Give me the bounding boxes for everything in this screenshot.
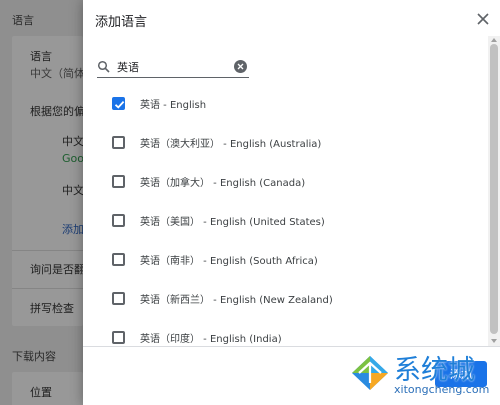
checkbox[interactable] [112,292,125,305]
translate-prompt: 询问是否翻 [30,263,85,276]
language-label: 英语（印度） - English (India) [140,334,282,345]
language-label: 英语（加拿大） - English (Canada) [140,178,306,189]
recommendation-text: 根据您的偏 [30,105,85,118]
language-item-english[interactable]: 英语 - English [83,84,488,123]
search-field[interactable] [97,58,249,78]
language-item-english-canada[interactable]: 英语（加拿大） - English (Canada) [83,162,488,201]
language-label: 英语（澳大利亚） - English (Australia) [140,139,322,150]
add-language-dialog: 添加语言 英语 - English 英语（澳大利亚） - English (Au… [83,0,500,405]
watermark-logo-icon [348,352,392,394]
checkbox[interactable] [112,214,125,227]
spellcheck-label[interactable]: 拼写检查 [30,300,74,316]
language-item-english-new-zealand[interactable]: 英语（新西兰） - English (New Zealand) [83,279,488,318]
clear-search-icon[interactable] [234,60,247,73]
watermark: 系统城 xitongcheng.com [346,346,496,404]
downloads-heading: 下载内容 [12,350,56,363]
language-value: 中文（简体 [30,67,85,80]
language-item-english-united-states[interactable]: 英语（美国） - English (United States) [83,201,488,240]
add-languages-link[interactable]: 添加 [62,221,84,237]
language-item-english-south-africa[interactable]: 英语（南非） - English (South Africa) [83,240,488,279]
language-entry-1: 中文 [62,135,84,148]
language-entry-2: 中文 [62,184,84,197]
close-button[interactable] [473,9,493,29]
scroll-up-arrow-icon[interactable] [490,37,498,43]
checkbox-checked[interactable] [112,97,125,110]
checkbox[interactable] [112,331,125,344]
checkbox[interactable] [112,136,125,149]
watermark-title: 系统城 [394,355,475,386]
scroll-thumb[interactable] [490,44,498,334]
language-label: 英语（南非） - English (South Africa) [140,256,318,267]
close-icon [477,13,489,25]
language-label: 英语（美国） - English (United States) [140,217,325,228]
dialog-title: 添加语言 [95,15,148,30]
checkbox[interactable] [112,253,125,266]
search-icon [97,60,110,73]
language-label: 英语（新西兰） - English (New Zealand) [140,295,333,306]
search-input[interactable] [117,58,227,76]
scrollbar[interactable] [488,36,500,346]
checkbox[interactable] [112,175,125,188]
location-label: 位置 [30,386,52,399]
language-label: 语言 [30,50,52,63]
scroll-down-arrow-icon[interactable] [490,338,498,344]
language-item-english-australia[interactable]: 英语（澳大利亚） - English (Australia) [83,123,488,162]
language-label: 英语 - English [140,100,207,111]
language-entry-1-sub: Goo [62,152,84,165]
languages-heading: 语言 [12,14,34,27]
watermark-url: xitongcheng.com [394,383,490,396]
